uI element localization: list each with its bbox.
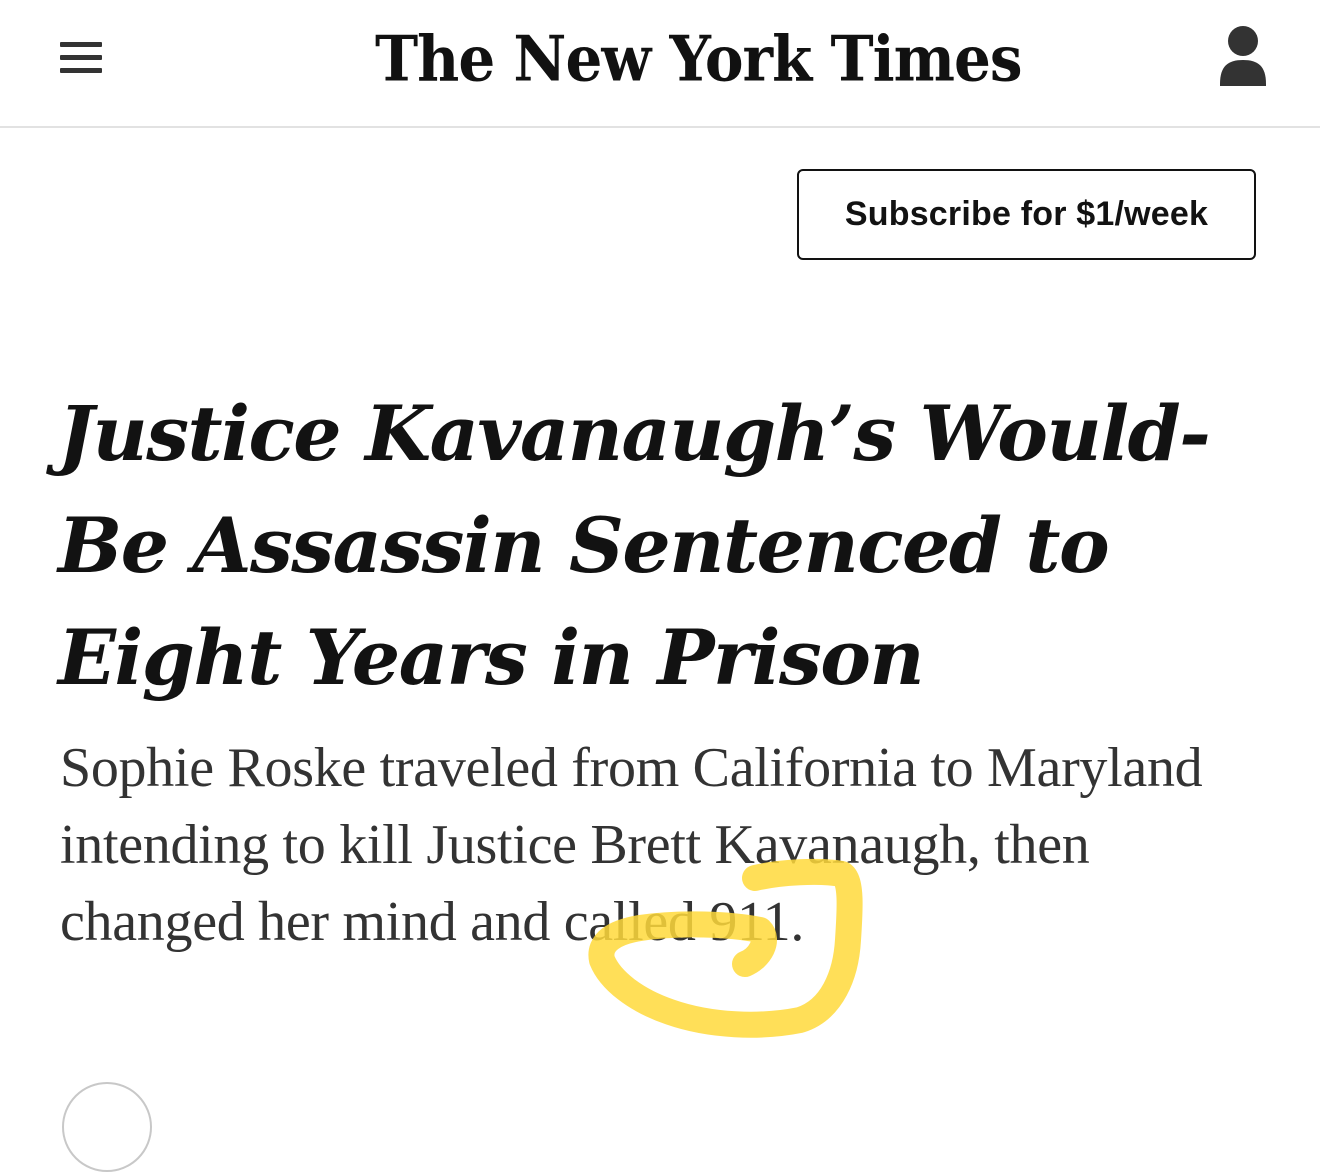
article-summary: Sophie Roske traveled from California to… [60, 737, 1203, 953]
menu-bar [60, 68, 102, 73]
hamburger-menu-icon[interactable] [56, 36, 106, 80]
share-button[interactable] [62, 1082, 152, 1172]
user-silhouette-icon [1220, 26, 1266, 86]
subscribe-button[interactable]: Subscribe for $1/week [797, 169, 1256, 260]
site-logo[interactable]: The New York Times [375, 12, 1023, 109]
menu-bar [60, 42, 102, 47]
article-headline: Justice Kavanaugh’s Would-Be Assassin Se… [58, 389, 1211, 702]
site-header: The New York Times [0, 0, 1320, 128]
menu-bar [60, 55, 102, 60]
user-account-icon[interactable] [1214, 24, 1272, 90]
